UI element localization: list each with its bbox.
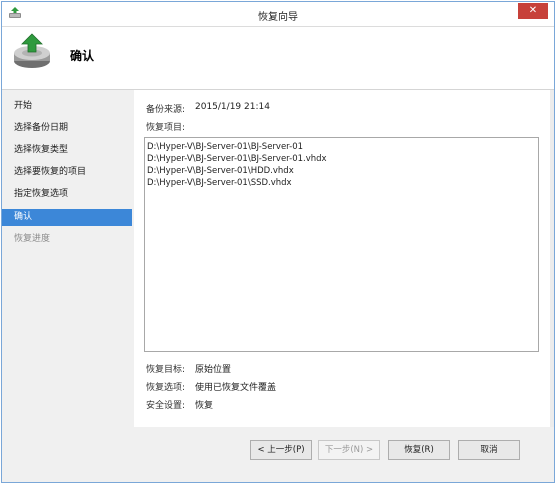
content-scrollbar[interactable] (550, 90, 554, 427)
restore-items-label: 恢复项目: (146, 123, 186, 133)
nav-step-progress: 恢复进度 (14, 234, 51, 244)
backup-source-label: 备份来源: (146, 105, 186, 115)
security-settings-label: 安全设置: (146, 401, 186, 411)
security-settings-value: 恢复 (195, 401, 214, 411)
restore-wizard-window: 恢复向导 ✕ 确认 开始 选择备份日期 选择恢复类型 选择要恢复的项目 指定恢复… (1, 1, 555, 483)
restore-options-label: 恢复选项: (146, 383, 186, 393)
nav-step-select-type[interactable]: 选择恢复类型 (2, 142, 132, 159)
list-item: D:\Hyper-V\BJ-Server-01\SSD.vhdx (147, 178, 292, 188)
list-item: D:\Hyper-V\BJ-Server-01\BJ-Server-01 (147, 142, 304, 152)
restore-items-list[interactable]: D:\Hyper-V\BJ-Server-01\BJ-Server-01 D:\… (144, 137, 539, 352)
wizard-steps-nav: 开始 选择备份日期 选择恢复类型 选择要恢复的项目 指定恢复选项 确认 恢复进度 (2, 90, 134, 482)
back-button[interactable]: < 上一步(P) (250, 440, 312, 460)
close-button[interactable]: ✕ (518, 3, 548, 19)
window-title: 恢复向导 (258, 12, 298, 23)
list-item: D:\Hyper-V\BJ-Server-01\HDD.vhdx (147, 166, 294, 176)
nav-step-start[interactable]: 开始 (2, 98, 132, 115)
restore-options-value: 使用已恢复文件覆盖 (195, 383, 277, 393)
restore-disk-icon (14, 33, 50, 68)
restore-target-value: 原始位置 (195, 365, 232, 375)
wizard-footer: < 上一步(P) 下一步(N) > 恢复(R) 取消 (134, 427, 554, 482)
list-item: D:\Hyper-V\BJ-Server-01\BJ-Server-01.vhd… (147, 154, 327, 164)
confirm-content: 备份来源: 2015/1/19 21:14 恢复项目: D:\Hyper-V\B… (134, 90, 550, 427)
nav-step-select-date[interactable]: 选择备份日期 (2, 120, 132, 137)
backup-source-value: 2015/1/19 21:14 (195, 102, 270, 112)
title-bar: 恢复向导 ✕ (2, 2, 554, 27)
next-button[interactable]: 下一步(N) > (318, 440, 380, 460)
page-title: 确认 (70, 49, 95, 63)
restore-target-label: 恢复目标: (146, 365, 186, 375)
cancel-button[interactable]: 取消 (458, 440, 520, 460)
nav-step-select-items[interactable]: 选择要恢复的项目 (2, 164, 132, 181)
restore-button[interactable]: 恢复(R) (388, 440, 450, 460)
nav-step-confirm[interactable]: 确认 (2, 209, 132, 226)
nav-step-options[interactable]: 指定恢复选项 (2, 186, 132, 203)
wizard-header: 确认 (2, 27, 554, 89)
